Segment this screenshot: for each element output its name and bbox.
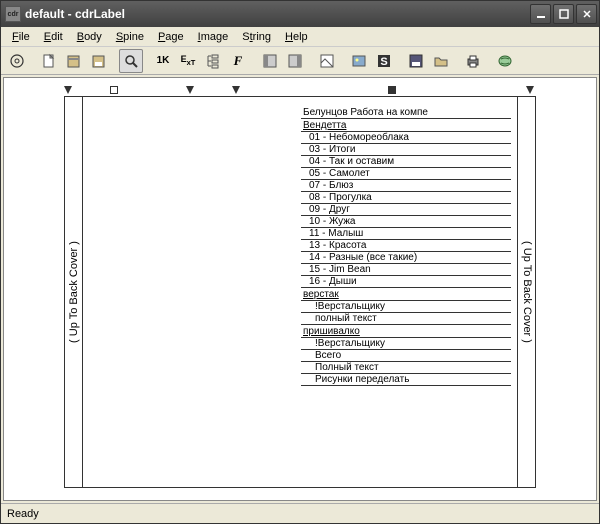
image-tool-button[interactable]	[315, 49, 339, 73]
track-item: полный текст	[301, 313, 511, 325]
folder-open-button[interactable]	[429, 49, 453, 73]
pic-button[interactable]	[347, 49, 371, 73]
tracklist-header: Белунцов Работа на компе	[301, 107, 511, 119]
track-item: Полный текст	[301, 362, 511, 374]
track-item: 14 - Разные (все такие)	[301, 252, 511, 264]
canvas-area[interactable]: ( Up To Back Cover ) Белунцов Работа на …	[3, 77, 597, 501]
ruler-top	[64, 86, 536, 96]
menu-page[interactable]: Page	[151, 29, 191, 45]
main-window: cdr default - cdrLabel File Edit Body Sp…	[0, 0, 600, 524]
spine-left-text: ( Up To Back Cover )	[68, 241, 80, 343]
new-button[interactable]	[37, 49, 61, 73]
font-button[interactable]: F	[226, 49, 250, 73]
web-button[interactable]	[493, 49, 517, 73]
toolbar: 1K ExT F S	[1, 47, 599, 75]
spine-right-text: ( Up To Back Cover )	[521, 241, 533, 343]
track-item: 08 - Прогулка	[301, 192, 511, 204]
statusbar: Ready	[1, 503, 599, 523]
menubar: File Edit Body Spine Page Image String H…	[1, 27, 599, 47]
svg-text:S: S	[380, 56, 387, 68]
track-item: !Верстальщику	[301, 301, 511, 313]
track-section-title: Вендетта	[301, 120, 511, 132]
menu-edit[interactable]: Edit	[37, 29, 70, 45]
menu-spine[interactable]: Spine	[109, 29, 151, 45]
menu-image[interactable]: Image	[191, 29, 236, 45]
menu-file[interactable]: File	[5, 29, 37, 45]
track-item: 05 - Самолет	[301, 168, 511, 180]
menu-body[interactable]: Body	[70, 29, 109, 45]
string-button[interactable]: S	[372, 49, 396, 73]
track-item: 03 - Итоги	[301, 144, 511, 156]
titlebar[interactable]: cdr default - cdrLabel	[1, 1, 599, 27]
window-title: default - cdrLabel	[25, 7, 530, 21]
app-icon: cdr	[5, 6, 21, 22]
menu-string[interactable]: String	[235, 29, 278, 45]
track-item: Рисунки переделать	[301, 374, 511, 386]
ruler-marker-filled-icon[interactable]	[388, 86, 396, 94]
zoom-button[interactable]	[119, 49, 143, 73]
ruler-marker-icon[interactable]	[110, 86, 118, 94]
print-button[interactable]	[461, 49, 485, 73]
ruler-handle-icon[interactable]	[526, 86, 534, 94]
save-button[interactable]	[87, 49, 111, 73]
back-cover-panel[interactable]: Белунцов Работа на компе Вендетта01 - Не…	[83, 97, 517, 487]
track-item: 07 - Блюз	[301, 180, 511, 192]
track-item: 16 - Дыши	[301, 276, 511, 288]
ruler-handle-icon[interactable]	[232, 86, 240, 94]
tracklist[interactable]: Белунцов Работа на компе Вендетта01 - Не…	[301, 107, 511, 386]
track-item: 04 - Так и оставим	[301, 156, 511, 168]
disk-button[interactable]	[404, 49, 428, 73]
open-button[interactable]	[62, 49, 86, 73]
spine-left[interactable]: ( Up To Back Cover )	[65, 97, 83, 487]
track-item: 01 - Небомореоблака	[301, 132, 511, 144]
track-item: Всего	[301, 350, 511, 362]
track-item: 13 - Красота	[301, 240, 511, 252]
maximize-button[interactable]	[553, 4, 574, 24]
minimize-button[interactable]	[530, 4, 551, 24]
ruler-handle-icon[interactable]	[186, 86, 194, 94]
ruler-handle-icon[interactable]	[64, 86, 72, 94]
ext-button[interactable]: ExT	[176, 49, 200, 73]
tree-button[interactable]	[201, 49, 225, 73]
panel1-button[interactable]	[258, 49, 282, 73]
scan-disc-button[interactable]	[5, 49, 29, 73]
panel2-button[interactable]	[283, 49, 307, 73]
track-item: !Верстальщику	[301, 338, 511, 350]
track-item: 11 - Малыш	[301, 228, 511, 240]
track-item: 09 - Друг	[301, 204, 511, 216]
label-page: ( Up To Back Cover ) Белунцов Работа на …	[64, 96, 536, 488]
onek-button[interactable]: 1K	[151, 49, 175, 73]
status-text: Ready	[7, 508, 39, 520]
track-section-title: верстак	[301, 289, 511, 301]
menu-help[interactable]: Help	[278, 29, 315, 45]
track-item: 10 - Жужа	[301, 216, 511, 228]
track-item: 15 - Jim Bean	[301, 264, 511, 276]
close-button[interactable]	[576, 4, 597, 24]
label-container: ( Up To Back Cover ) Белунцов Работа на …	[64, 86, 536, 488]
track-section-title: пришивалко	[301, 326, 511, 338]
spine-right[interactable]: ( Up To Back Cover )	[517, 97, 535, 487]
